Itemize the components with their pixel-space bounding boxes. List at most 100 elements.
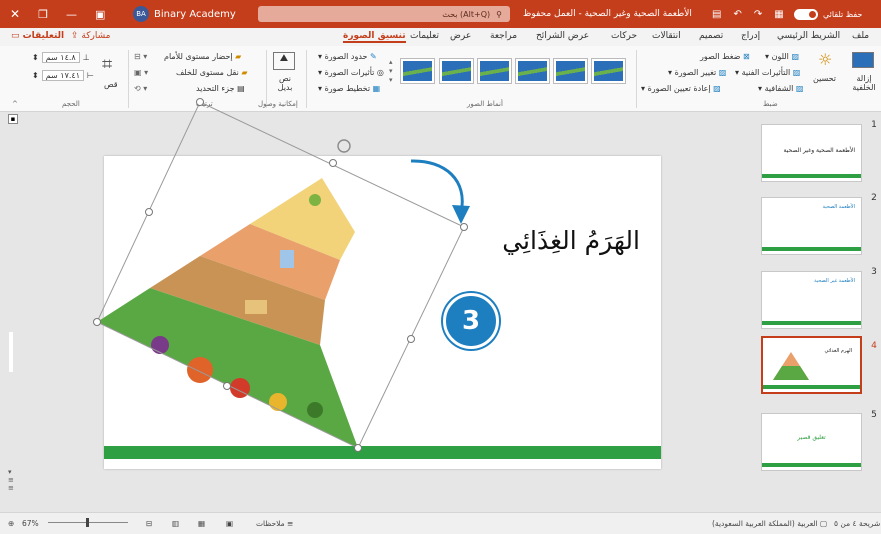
search-icon: ⚲ bbox=[496, 9, 502, 19]
send-backward-button[interactable]: نقل مستوى للخلف ▰ bbox=[176, 68, 248, 77]
gallery-scroll-icon[interactable]: ▴ ▾ ▾ bbox=[389, 58, 393, 85]
account-name: Binary Academy bbox=[154, 8, 236, 20]
slide-thumbnail-2[interactable]: الأطعمة الصحية bbox=[761, 197, 862, 255]
change-picture-button[interactable]: ▾ تغيير الصورة ▨ bbox=[668, 68, 726, 77]
share-button[interactable]: ⇪ مشاركة bbox=[71, 31, 110, 41]
vertical-scrollbar[interactable] bbox=[9, 332, 13, 372]
style-thumbnail[interactable] bbox=[553, 58, 588, 84]
slide-thumbnail-3[interactable]: الأطعمة غير الصحية bbox=[761, 271, 862, 329]
height-input[interactable]: ١٤.٨ سم bbox=[41, 52, 80, 63]
expand-icon[interactable]: ▪ bbox=[8, 114, 18, 124]
corrections-icon[interactable]: ☼ bbox=[818, 50, 832, 69]
corrections-button[interactable]: تحسين bbox=[813, 74, 836, 83]
crop-icon[interactable]: ⌗ bbox=[102, 54, 112, 75]
slide-thumbnail-5[interactable]: تعليق قصير bbox=[761, 413, 862, 471]
undo-icon[interactable]: ↶ bbox=[733, 9, 741, 20]
slide-sorter-icon[interactable]: ▦ bbox=[198, 519, 205, 528]
rotate-icon[interactable]: ⟲ ▾ bbox=[134, 84, 147, 93]
height-field[interactable]: ⬍ ١٤.٨ سم ⊥ bbox=[32, 52, 90, 63]
layout-icon: ▦ bbox=[372, 84, 381, 93]
slide-counter: شريحة ٤ من ٥ bbox=[834, 519, 881, 528]
picture-effects-button[interactable]: ▾ تأثيرات الصورة ◎ bbox=[318, 68, 384, 77]
picture-layout-button[interactable]: ▾ تخطيط صورة ▦ bbox=[318, 84, 380, 93]
tab-help[interactable]: تعليمات bbox=[410, 31, 439, 41]
bring-forward-button[interactable]: إحضار مستوى للأمام ▰ bbox=[164, 52, 241, 61]
separator bbox=[636, 50, 637, 108]
save-icon[interactable]: ▤ bbox=[712, 9, 721, 20]
tab-transitions[interactable]: انتقالات bbox=[652, 31, 681, 41]
align-icon[interactable]: ⊟ ▾ bbox=[134, 52, 147, 61]
search-input[interactable]: بحث (Alt+Q) bbox=[442, 10, 490, 19]
search-box[interactable]: بحث (Alt+Q) ⚲ bbox=[258, 6, 510, 22]
autosave[interactable]: حفظ تلقائي bbox=[794, 0, 862, 28]
style-thumbnail[interactable] bbox=[477, 58, 512, 84]
compress-button[interactable]: ضغط الصور ⊠ bbox=[700, 52, 750, 61]
close-icon[interactable]: ✕ bbox=[10, 7, 20, 21]
comments-button[interactable]: ▭ التعليقات bbox=[11, 31, 64, 41]
thumb-number: 3 bbox=[871, 267, 877, 277]
normal-view-icon[interactable]: ▣ bbox=[226, 519, 233, 528]
tab-insert[interactable]: إدراج bbox=[741, 31, 760, 41]
thumb-title: الهرم الغذائي bbox=[824, 348, 852, 354]
zoom-thumb[interactable] bbox=[86, 518, 89, 527]
styles-group-label: أنماط الصور bbox=[467, 100, 503, 108]
tab-file[interactable]: ملف bbox=[852, 31, 869, 41]
language-indicator[interactable]: العربية (المملكة العربية السعودية) bbox=[712, 519, 818, 528]
width-input[interactable]: ١٧.٤١ سم bbox=[41, 70, 85, 81]
tab-view[interactable]: عرض bbox=[450, 31, 471, 41]
tab-home[interactable]: الشريط الرئيسي bbox=[777, 31, 840, 41]
alt-text-icon[interactable]: ⛰ bbox=[273, 52, 295, 70]
style-thumbnail[interactable] bbox=[439, 58, 474, 84]
accessibility-icon[interactable]: ▢ bbox=[820, 519, 827, 528]
presenter-view-icon[interactable]: ⊟ bbox=[146, 519, 152, 528]
reading-view-icon[interactable]: ▥ bbox=[172, 519, 179, 528]
slide-thumbnail-1[interactable]: الأطعمة الصحية وغير الصحية bbox=[761, 124, 862, 182]
separator bbox=[128, 50, 129, 108]
scroll-nav-icon[interactable]: ▾ ≡ ≡ bbox=[8, 468, 14, 492]
quick-access: ▤ ↶ ↷ ▦ bbox=[712, 0, 784, 28]
ribbon-display-icon[interactable]: ▣ bbox=[95, 8, 105, 21]
artistic-effects-button[interactable]: ▾ التأثيرات الفنية ▨ bbox=[735, 68, 800, 77]
fit-slide-icon[interactable]: ⊕ bbox=[8, 519, 14, 528]
thumb-bar bbox=[762, 321, 861, 325]
transparency-button[interactable]: ▾ الشفافية ▨ bbox=[758, 84, 803, 93]
tab-animations[interactable]: حركات bbox=[611, 31, 637, 41]
group-icon[interactable]: ▣ ▾ bbox=[134, 68, 148, 77]
tab-review[interactable]: مراجعة bbox=[490, 31, 517, 41]
zoom-level[interactable]: 67% bbox=[22, 519, 39, 528]
status-bar: ⊕ 67% ⊟ ▥ ▦ ▣ ملاحظات ≡ العربية (المملكة… bbox=[0, 512, 881, 534]
notes-button[interactable]: ملاحظات ≡ bbox=[256, 519, 293, 528]
remove-background-icon[interactable] bbox=[852, 52, 874, 68]
avatar: BA bbox=[133, 6, 149, 22]
selection-pane-button[interactable]: جزء التحديد ▤ bbox=[196, 84, 245, 93]
redo-icon[interactable]: ↷ bbox=[754, 9, 762, 20]
slide-thumbnail-4[interactable]: الهرم الغذائي bbox=[761, 336, 862, 394]
account[interactable]: BA Binary Academy bbox=[133, 0, 236, 28]
crop-button[interactable]: قص bbox=[104, 80, 118, 89]
artistic-icon: ▨ bbox=[792, 68, 801, 77]
style-thumbnail[interactable] bbox=[400, 58, 435, 84]
style-thumbnail[interactable] bbox=[591, 58, 626, 84]
alt-text-button[interactable]: نص بديل bbox=[275, 74, 295, 92]
slide-thumbnails-panel: 1 الأطعمة الصحية وغير الصحية 2 الأطعمة ا… bbox=[748, 112, 881, 512]
width-field[interactable]: ⬍ ١٧.٤١ سم ⊢ bbox=[32, 70, 94, 81]
minimize-icon[interactable]: — bbox=[66, 8, 77, 21]
tab-slideshow[interactable]: عرض الشرائح bbox=[536, 31, 589, 41]
color-button[interactable]: ▾ اللون ▨ bbox=[765, 52, 799, 61]
picture-border-button[interactable]: ▾ حدود الصورة ✎ bbox=[318, 52, 377, 61]
window-controls: ✕ ❐ — ▣ bbox=[10, 0, 105, 28]
reset-picture-button[interactable]: ▾ إعادة تعيين الصورة ▨ bbox=[641, 84, 721, 93]
style-thumbnail[interactable] bbox=[515, 58, 550, 84]
restore-icon[interactable]: ❐ bbox=[38, 8, 48, 21]
slide-title[interactable]: الهَرَمُ الغِذَائِي bbox=[470, 226, 640, 255]
notes-icon: ≡ bbox=[287, 519, 294, 528]
collapse-ribbon-icon[interactable]: ^ bbox=[12, 100, 18, 108]
autosave-toggle[interactable] bbox=[794, 8, 818, 20]
tab-design[interactable]: تصميم bbox=[699, 31, 723, 41]
remove-background-button[interactable]: إزالة الخلفية bbox=[848, 74, 880, 92]
present-icon[interactable]: ▦ bbox=[774, 9, 783, 20]
compress-icon: ⊠ bbox=[742, 52, 750, 61]
slide-canvas[interactable]: الهَرَمُ الغِذَائِي bbox=[104, 156, 661, 469]
effects-icon: ◎ bbox=[376, 68, 384, 77]
tab-picture-format[interactable]: تنسيق الصورة bbox=[343, 31, 406, 43]
